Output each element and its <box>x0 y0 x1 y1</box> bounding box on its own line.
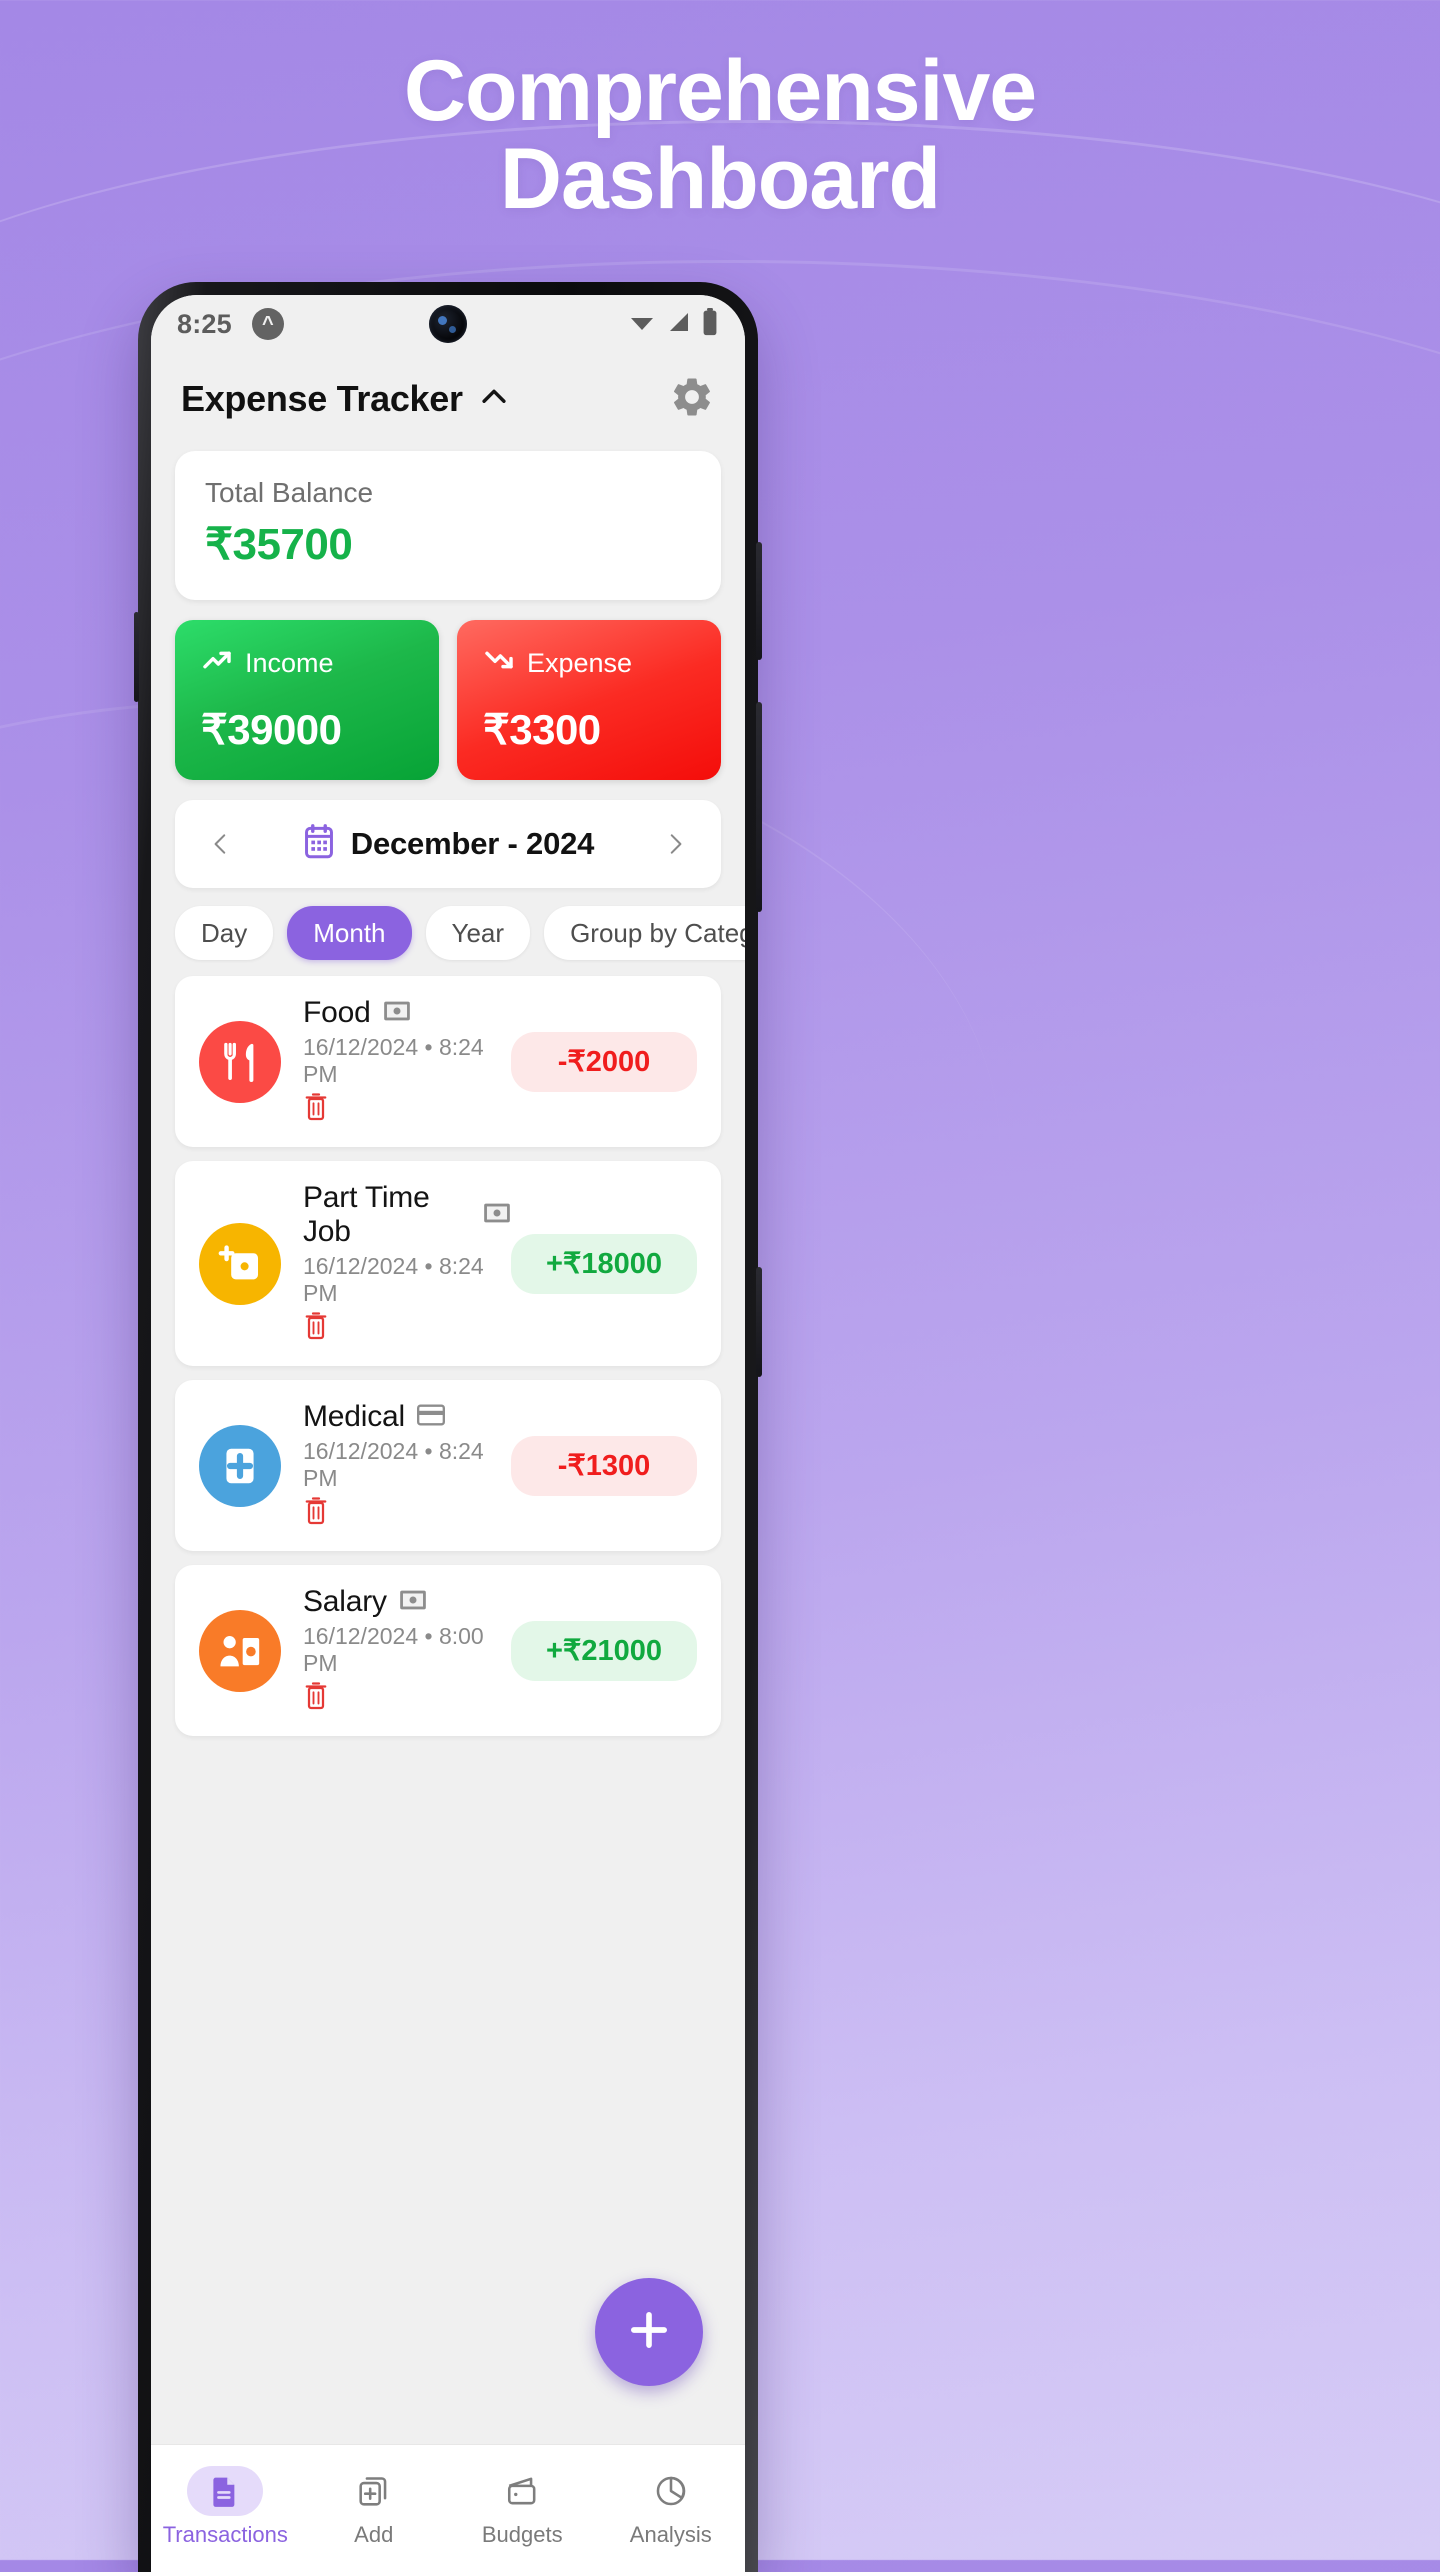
nav-item-transactions[interactable]: Transactions <box>151 2465 300 2548</box>
total-balance-card: Total Balance ₹35700 <box>175 451 721 600</box>
nav-item-analysis[interactable]: Analysis <box>597 2466 746 2548</box>
wallet-plus-icon <box>199 1222 281 1305</box>
trash-icon[interactable] <box>303 1311 511 1346</box>
transaction-details: Food 16/12/2024 • 8:24 PM <box>303 996 511 1127</box>
calendar-icon <box>302 823 336 866</box>
transaction-date: 16/12/2024 • 8:00 PM <box>303 1623 484 1676</box>
transaction-amount: -₹1300 <box>511 1435 697 1496</box>
cash-icon <box>483 1202 511 1229</box>
status-icons <box>627 307 719 341</box>
transaction-amount: -₹2000 <box>511 1031 697 1092</box>
cash-icon <box>383 1000 411 1027</box>
period-selector: December - 2024 <box>175 800 721 888</box>
transaction-title: Salary <box>303 1585 387 1618</box>
chevron-up-icon[interactable] <box>477 380 511 419</box>
trash-icon[interactable] <box>303 1681 511 1716</box>
nav-label-analysis: Analysis <box>629 2521 712 2547</box>
transaction-title-row: Salary <box>303 1585 511 1619</box>
wallet-icon <box>484 2466 560 2516</box>
phone-button-left[interactable] <box>134 612 139 702</box>
nav-item-add[interactable]: Add <box>300 2466 449 2548</box>
transaction-amount: +₹21000 <box>511 1620 697 1681</box>
income-card[interactable]: Income ₹39000 <box>175 620 439 780</box>
wifi-icon <box>627 310 657 339</box>
income-card-header: Income <box>201 644 413 683</box>
filter-chip-month[interactable]: Month <box>287 906 412 960</box>
total-balance-amount: ₹35700 <box>205 520 353 569</box>
expense-label: Expense <box>527 648 633 678</box>
main-content: Total Balance ₹35700 Income ₹39000 Expen… <box>151 451 745 1736</box>
headline-line-1: Comprehensive <box>403 43 1037 139</box>
total-balance-label: Total Balance <box>205 477 374 508</box>
filter-chip-group: Day Month Year Group by Category <box>175 906 745 960</box>
filter-chip-group-by-category[interactable]: Group by Category <box>544 906 745 960</box>
transaction-title: Medical <box>303 1400 405 1433</box>
transaction-row[interactable]: Food 16/12/2024 • 8:24 PM -₹2000 <box>175 976 721 1147</box>
chevron-right-icon[interactable] <box>655 826 695 862</box>
pie-chart-icon <box>633 2466 709 2516</box>
summary-row: Income ₹39000 Expense ₹3300 <box>175 620 721 780</box>
battery-icon <box>701 307 719 341</box>
transaction-amount: +₹18000 <box>511 1233 697 1294</box>
app-indicator-icon: ^ <box>251 308 284 340</box>
transaction-row[interactable]: Salary 16/12/2024 • 8:00 PM +₹21000 <box>175 1565 721 1736</box>
transaction-title-row: Food <box>303 996 511 1030</box>
period-label: December - 2024 <box>350 826 595 861</box>
card-icon <box>416 1404 445 1431</box>
expense-card-header: Expense <box>483 644 695 683</box>
trending-up-icon <box>201 644 233 683</box>
transaction-list: Food 16/12/2024 • 8:24 PM -₹2000 Part Ti… <box>175 976 721 1736</box>
add-card-icon <box>336 2466 412 2516</box>
transaction-title: Part Time Job <box>303 1181 430 1248</box>
period-label-group[interactable]: December - 2024 <box>241 823 655 866</box>
transaction-date: 16/12/2024 • 8:24 PM <box>303 1438 484 1491</box>
nav-label-transactions: Transactions <box>162 2521 288 2547</box>
trash-icon[interactable] <box>303 1092 511 1127</box>
transaction-row[interactable]: Medical 16/12/2024 • 8:24 PM -₹1300 <box>175 1380 721 1551</box>
transaction-details: Medical 16/12/2024 • 8:24 PM <box>303 1400 511 1531</box>
phone-screen: 8:25 ^ Expense Tracker Total Balance ₹35… <box>151 295 745 2572</box>
page-title: Expense Tracker <box>181 378 463 419</box>
plus-icon <box>623 2304 675 2361</box>
cash-icon <box>399 1589 427 1616</box>
trending-down-icon <box>483 644 515 683</box>
nav-label-budgets: Budgets <box>481 2521 563 2547</box>
chevron-left-icon[interactable] <box>201 826 241 862</box>
headline-line-2: Dashboard <box>499 130 941 227</box>
transaction-row[interactable]: Part Time Job 16/12/2024 • 8:24 PM +₹180… <box>175 1161 721 1366</box>
medical-cross-icon <box>199 1424 281 1507</box>
front-camera-icon <box>429 305 467 343</box>
promo-headline: Comprehensive Dashboard <box>0 43 1440 227</box>
document-icon <box>187 2465 264 2516</box>
bottom-navigation: Transactions Add Budgets Analysis <box>151 2444 745 2572</box>
gear-icon[interactable] <box>669 374 715 425</box>
filter-chip-year[interactable]: Year <box>425 906 531 960</box>
cellular-signal-icon <box>666 310 692 339</box>
transaction-title-row: Part Time Job <box>303 1181 511 1249</box>
expense-card[interactable]: Expense ₹3300 <box>457 620 721 780</box>
phone-button-volume-up[interactable] <box>756 542 762 660</box>
income-amount: ₹39000 <box>201 706 342 753</box>
filter-chip-day[interactable]: Day <box>175 906 274 960</box>
status-time: 8:25 <box>177 308 232 339</box>
status-bar: 8:25 ^ <box>151 295 745 353</box>
expense-amount: ₹3300 <box>483 706 601 753</box>
app-bar: Expense Tracker <box>151 353 745 445</box>
transaction-date: 16/12/2024 • 8:24 PM <box>303 1253 484 1306</box>
transaction-details: Salary 16/12/2024 • 8:00 PM <box>303 1585 511 1716</box>
add-transaction-fab[interactable] <box>595 2278 703 2386</box>
transaction-title-row: Medical <box>303 1400 511 1434</box>
nav-item-budgets[interactable]: Budgets <box>448 2466 597 2548</box>
phone-button-power[interactable] <box>756 1267 762 1377</box>
transaction-date: 16/12/2024 • 8:24 PM <box>303 1034 484 1087</box>
phone-mockup: 8:25 ^ Expense Tracker Total Balance ₹35… <box>134 282 762 2572</box>
income-label: Income <box>245 648 334 678</box>
trash-icon[interactable] <box>303 1496 511 1531</box>
transaction-title: Food <box>303 996 371 1029</box>
phone-button-volume-down[interactable] <box>756 702 762 912</box>
transaction-details: Part Time Job 16/12/2024 • 8:24 PM <box>303 1181 511 1346</box>
food-icon <box>199 1020 281 1103</box>
nav-label-add: Add <box>354 2521 394 2547</box>
salary-person-money-icon <box>199 1609 281 1692</box>
